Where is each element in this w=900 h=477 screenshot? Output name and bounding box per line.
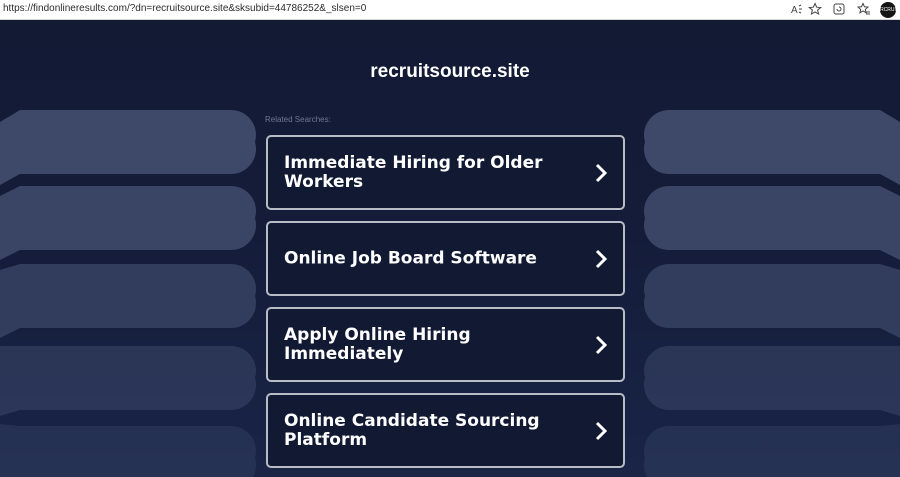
related-search-label: Apply Online Hiring Immediately [284, 324, 471, 364]
related-search-label: Immediate Hiring for Older Workers [284, 152, 543, 192]
read-aloud-icon[interactable]: A [790, 2, 804, 16]
favorites-icon[interactable] [857, 2, 871, 16]
chevron-right-icon [595, 163, 608, 182]
related-search-link[interactable]: Online Job Board Software [266, 221, 625, 296]
avatar-label: RCRUI [880, 7, 896, 13]
avatar[interactable]: RCRUI [880, 2, 896, 18]
related-searches-label: Related Searches: [265, 115, 331, 124]
page-title: recruitsource.site [370, 61, 530, 82]
refresh-icon[interactable] [832, 2, 846, 16]
parked-domain-page: recruitsource.site Related Searches: Imm… [0, 20, 900, 477]
chevron-right-icon [595, 249, 608, 268]
related-search-label: Online Candidate Sourcing Platform [284, 410, 540, 450]
browser-toolbar: https://findonlineresults.com/?dn=recrui… [0, 0, 900, 20]
chevron-right-icon [595, 335, 608, 354]
chevron-right-icon [595, 421, 608, 440]
related-search-link[interactable]: Immediate Hiring for Older Workers [266, 135, 625, 210]
related-search-label: Online Job Board Software [284, 248, 537, 268]
star-icon[interactable] [808, 2, 822, 16]
svg-text:A: A [791, 5, 798, 16]
address-bar[interactable]: https://findonlineresults.com/?dn=recrui… [3, 3, 366, 14]
related-search-link[interactable]: Apply Online Hiring Immediately [266, 307, 625, 382]
related-search-link[interactable]: Online Candidate Sourcing Platform [266, 393, 625, 468]
